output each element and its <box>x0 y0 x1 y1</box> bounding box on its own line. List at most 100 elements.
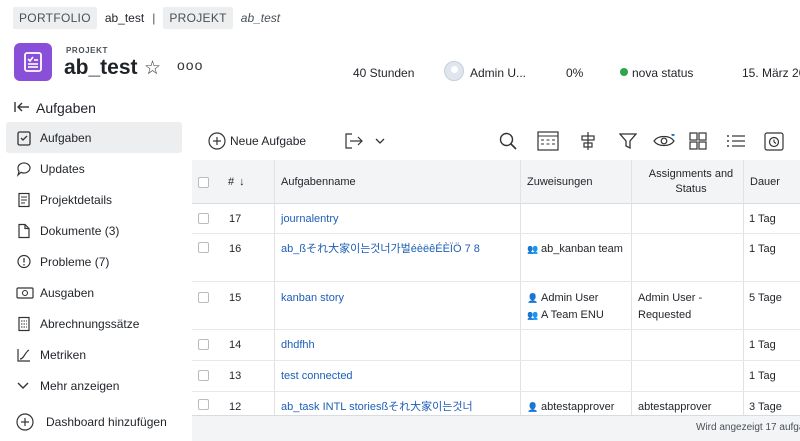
view-icon[interactable] <box>652 130 676 152</box>
add-dashboard-label: Dashboard hinzufügen <box>46 415 167 429</box>
column-header-name[interactable]: Aufgabenname <box>281 160 356 204</box>
row-checkbox[interactable] <box>198 292 209 303</box>
planned-hours[interactable]: 40 Stunden <box>353 66 414 80</box>
table-row[interactable]: 13 test connected 1 Tag <box>192 361 800 392</box>
task-name-link[interactable]: kanban story <box>281 290 344 307</box>
sidebar: Aufgaben Updates Projektdetails Dokument… <box>6 122 182 401</box>
grid-view-icon[interactable] <box>686 130 710 152</box>
breadcrumb-separator: | <box>152 11 156 25</box>
task-name-link[interactable]: test connected <box>281 368 353 385</box>
section-header: Aufgaben <box>14 97 96 119</box>
breadcrumb-portfolio-name[interactable]: ab_test <box>105 11 144 25</box>
column-header-number[interactable]: # ↓ <box>228 160 245 204</box>
list-view-icon[interactable] <box>724 130 748 152</box>
breadcrumb-portfolio-tag[interactable]: PORTFOLIO <box>13 7 97 29</box>
sidebar-item-projektdetails[interactable]: Projektdetails <box>6 184 182 215</box>
project-status[interactable]: nova status <box>632 66 693 80</box>
assignment-status: abtestapprover <box>638 401 712 413</box>
column-header-assignments[interactable]: Zuweisungen <box>527 160 592 204</box>
team-icon: 👥 <box>527 310 539 320</box>
assignee[interactable]: 👤 abtestapprover <box>527 399 614 415</box>
sort-descending-icon: ↓ <box>239 176 245 188</box>
plus-circle-icon <box>208 132 226 150</box>
table-row[interactable]: 17 journalentry 1 Tag <box>192 204 800 234</box>
select-all-checkbox[interactable] <box>197 176 209 188</box>
task-duration[interactable]: 1 Tag <box>749 241 776 258</box>
project-date[interactable]: 15. März 202 <box>742 66 800 80</box>
search-icon[interactable] <box>496 130 520 152</box>
timeline-icon[interactable] <box>762 130 786 152</box>
task-duration[interactable]: 1 Tag <box>749 368 776 385</box>
sidebar-item-updates[interactable]: Updates <box>6 153 182 184</box>
task-duration[interactable]: 1 Tag <box>749 337 776 354</box>
breadcrumb: PORTFOLIO ab_test | PROJEKT ab_test <box>13 6 280 30</box>
star-icon[interactable]: ☆ <box>144 57 161 80</box>
task-list-panel: Neue Aufgabe # ↓ Aufgabenname Zuweisunge… <box>192 122 800 441</box>
assignee-name: ab_kanban team <box>541 243 623 255</box>
column-header-number-label: # <box>228 176 235 188</box>
group-icon[interactable] <box>576 130 600 152</box>
sidebar-item-ausgaben[interactable]: Ausgaben <box>6 277 182 308</box>
assignee-name: A Team ENU <box>541 309 604 321</box>
project-kind-label: PROJEKT <box>66 46 108 55</box>
section-title: Aufgaben <box>36 100 96 116</box>
filter-icon[interactable] <box>616 130 640 152</box>
sidebar-item-probleme[interactable]: Probleme (7) <box>6 246 182 277</box>
avatar[interactable] <box>444 61 464 81</box>
sidebar-item-metriken[interactable]: Metriken <box>6 339 182 370</box>
assignee[interactable]: 👥 ab_kanban team <box>527 241 627 258</box>
sidebar-item-label: Metriken <box>40 347 87 362</box>
row-checkbox[interactable] <box>198 370 209 381</box>
sidebar-item-label: Dokumente (3) <box>40 223 120 238</box>
table-row[interactable]: 12 ab_task INTL storiesßそれ大家이는것너 👤 abtes… <box>192 392 800 415</box>
assignee[interactable]: 👥 A Team ENU <box>527 307 604 324</box>
user-icon: 👤 <box>527 293 539 303</box>
column-settings-icon[interactable] <box>536 130 560 152</box>
table-row[interactable]: 15 kanban story 👤 Admin User 👥 A Team EN… <box>192 282 800 330</box>
sidebar-item-label: Probleme (7) <box>40 254 110 269</box>
document-icon <box>16 191 40 209</box>
assignee-name: Admin User <box>541 292 599 304</box>
task-name-link[interactable]: dhdfhh <box>281 337 315 354</box>
sidebar-item-dokumente[interactable]: Dokumente (3) <box>6 215 182 246</box>
grid-footer: Wird angezeigt 17 aufgab <box>192 415 800 441</box>
task-number: 17 <box>229 213 242 225</box>
task-name-link[interactable]: journalentry <box>281 211 338 228</box>
add-dashboard-button[interactable]: Dashboard hinzufügen <box>16 413 167 431</box>
task-name-link[interactable]: ab_task INTL storiesßそれ大家이는것너 <box>281 399 473 415</box>
export-icon[interactable] <box>342 130 366 152</box>
table-row[interactable]: 16 ab_ßそれ大家이는것너가벌éèëêÉÈÏÖ 7 8 👥 ab_kanba… <box>192 234 800 282</box>
task-name-link[interactable]: ab_ßそれ大家이는것너가벌éèëêÉÈÏÖ 7 8 <box>281 241 503 258</box>
new-task-button[interactable]: Neue Aufgabe <box>208 132 306 150</box>
task-duration[interactable]: 1 Tag <box>749 211 776 228</box>
result-count: Wird angezeigt 17 aufgab <box>696 422 800 433</box>
breadcrumb-project-tag[interactable]: PROJEKT <box>163 7 233 29</box>
collapse-sidebar-icon[interactable] <box>14 101 36 116</box>
select-all-cell <box>192 160 214 204</box>
project-owner[interactable]: Admin U... <box>470 66 526 80</box>
chevron-down-icon[interactable] <box>368 130 392 152</box>
more-options-icon[interactable]: ooo <box>177 57 203 73</box>
new-task-label: Neue Aufgabe <box>230 134 307 148</box>
table-row[interactable]: 14 dhdfhh 1 Tag <box>192 330 800 361</box>
toolbar: Neue Aufgabe <box>192 122 800 160</box>
row-checkbox[interactable] <box>198 399 209 410</box>
row-checkbox[interactable] <box>198 242 209 253</box>
task-number: 16 <box>229 243 242 255</box>
status-dot-icon <box>620 68 628 76</box>
sidebar-item-aufgaben[interactable]: Aufgaben <box>6 122 182 153</box>
sidebar-item-label: Ausgaben <box>40 285 95 300</box>
task-number: 14 <box>229 339 242 351</box>
sidebar-item-abrechnungssaetze[interactable]: Abrechnungssätze <box>6 308 182 339</box>
column-header-duration[interactable]: Dauer <box>750 160 780 204</box>
list-document-icon <box>16 315 40 333</box>
row-checkbox[interactable] <box>198 339 209 350</box>
assignee[interactable]: 👤 Admin User <box>527 290 598 307</box>
task-duration[interactable]: 3 Tage <box>749 399 782 415</box>
percent-complete: 0% <box>566 66 584 80</box>
row-checkbox[interactable] <box>198 213 209 224</box>
grid-header: # ↓ Aufgabenname Zuweisungen Assignments… <box>192 160 800 204</box>
column-header-assign-status[interactable]: Assignments and Status <box>639 160 743 204</box>
task-duration[interactable]: 5 Tage <box>749 290 782 307</box>
sidebar-item-mehr-anzeigen[interactable]: Mehr anzeigen <box>6 370 182 401</box>
